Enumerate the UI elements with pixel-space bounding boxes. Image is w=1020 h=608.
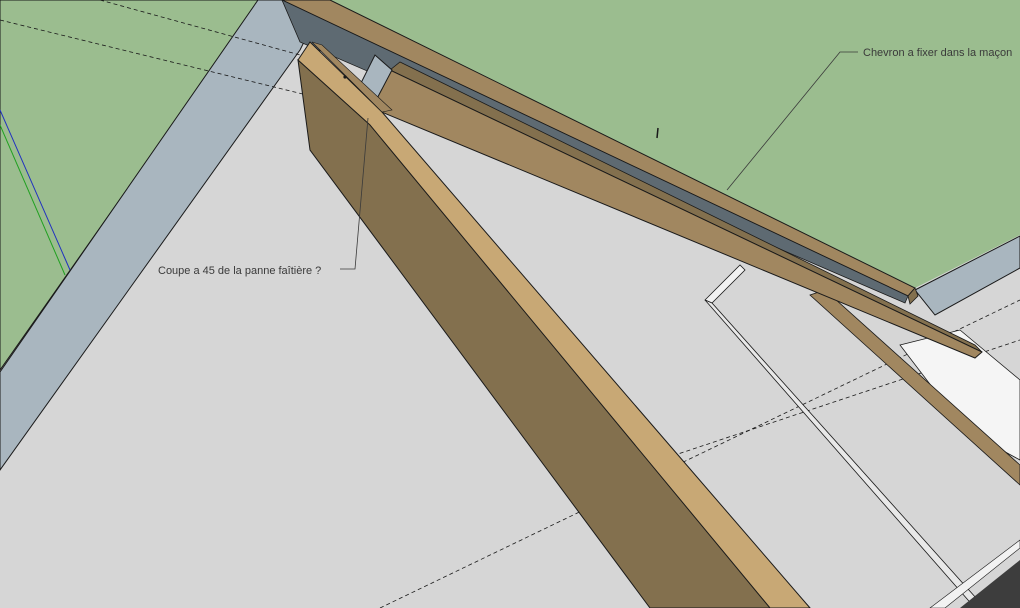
chevron-label: Chevron a fixer dans la maçon	[863, 47, 1012, 59]
point-marker	[343, 75, 347, 79]
cursor-mark	[656, 127, 659, 139]
sketchup-viewport[interactable]: Chevron a fixer dans la maçon Coupe a 45…	[0, 0, 1020, 608]
cut-label: Coupe a 45 de la panne faîtière ?	[158, 265, 321, 277]
